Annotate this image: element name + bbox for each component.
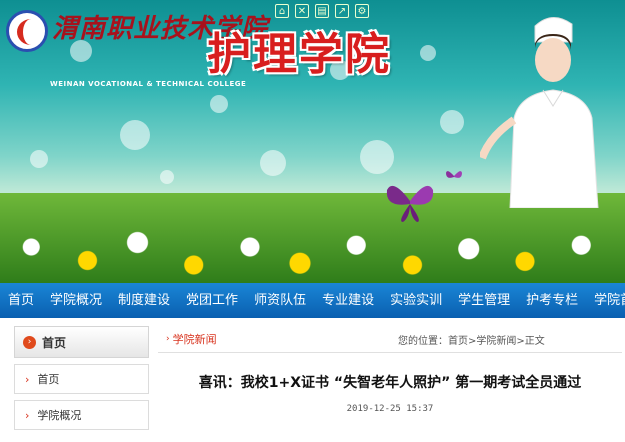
shuffle-icon[interactable]: ✕ [295,4,309,18]
bokeh-decoration [440,110,464,134]
nurse-illustration [480,17,599,208]
bokeh-decoration [420,45,436,61]
bokeh-decoration [30,150,48,168]
college-title: 护理学院 [207,29,391,80]
article-title: 喜讯：我校1+X证书 “失智老年人照护” 第一期考试全员通过 [198,375,582,391]
home-icon[interactable]: ⌂ [275,4,289,18]
chevron-right-icon: › [23,335,36,349]
nav-item-majors[interactable]: 专业建设 [314,283,382,318]
bokeh-decoration [210,95,228,113]
export-icon[interactable]: ↗ [335,4,349,18]
sidebar-heading-label: 首页 [42,335,67,350]
school-logo[interactable] [6,10,48,52]
butterfly-small-icon [446,171,462,178]
sidebar-item-overview[interactable]: › 学院概况 [14,400,149,430]
header-banner: ⌂ ✕ ▤ ↗ ⚙ 渭南职业技术学院 WEINAN VOCATIONAL & T… [0,0,625,283]
article-date: 2019-12-25 15:37 [346,404,434,414]
main-navbar: 首页 学院概况 制度建设 党团工作 师资队伍 专业建设 实验实训 学生管理 护考… [0,283,625,318]
bokeh-decoration [260,150,286,176]
sidebar-heading[interactable]: › 首页 [14,326,149,358]
sidebar-item-label: 首页 [37,373,60,386]
section-header: › 学院新闻 您的位置：首页>学院新闻>正文 [158,326,622,353]
top-toolbar: ⌂ ✕ ▤ ↗ ⚙ [275,4,369,18]
nav-item-regulations[interactable]: 制度建设 [110,283,178,318]
sidebar: › 首页 › 首页 › 学院概况 [14,326,149,442]
nav-item-exam-column[interactable]: 护考专栏 [518,283,586,318]
chevron-right-icon: › [25,372,30,386]
nav-item-college-home[interactable]: 学院首页 [586,283,625,318]
bokeh-decoration [160,170,174,184]
chevron-right-icon: › [166,334,170,344]
sidebar-item-label: 学院概况 [37,409,82,422]
breadcrumb[interactable]: 您的位置：首页>学院新闻>正文 [398,332,545,347]
page-icon[interactable]: ▤ [315,4,329,18]
nav-item-faculty[interactable]: 师资队伍 [246,283,314,318]
sidebar-item-home[interactable]: › 首页 [14,364,149,394]
nav-item-lab-training[interactable]: 实验实训 [382,283,450,318]
nav-item-student-affairs[interactable]: 学生管理 [450,283,518,318]
chevron-right-icon: › [25,408,30,422]
nav-item-party-work[interactable]: 党团工作 [178,283,246,318]
butterfly-icon [386,185,434,222]
settings-icon[interactable]: ⚙ [355,4,369,18]
nav-item-overview[interactable]: 学院概况 [42,283,110,318]
section-title[interactable]: 学院新闻 [173,331,217,347]
bokeh-decoration [120,120,150,150]
nav-item-home[interactable]: 首页 [0,283,42,318]
bokeh-decoration [360,140,394,174]
